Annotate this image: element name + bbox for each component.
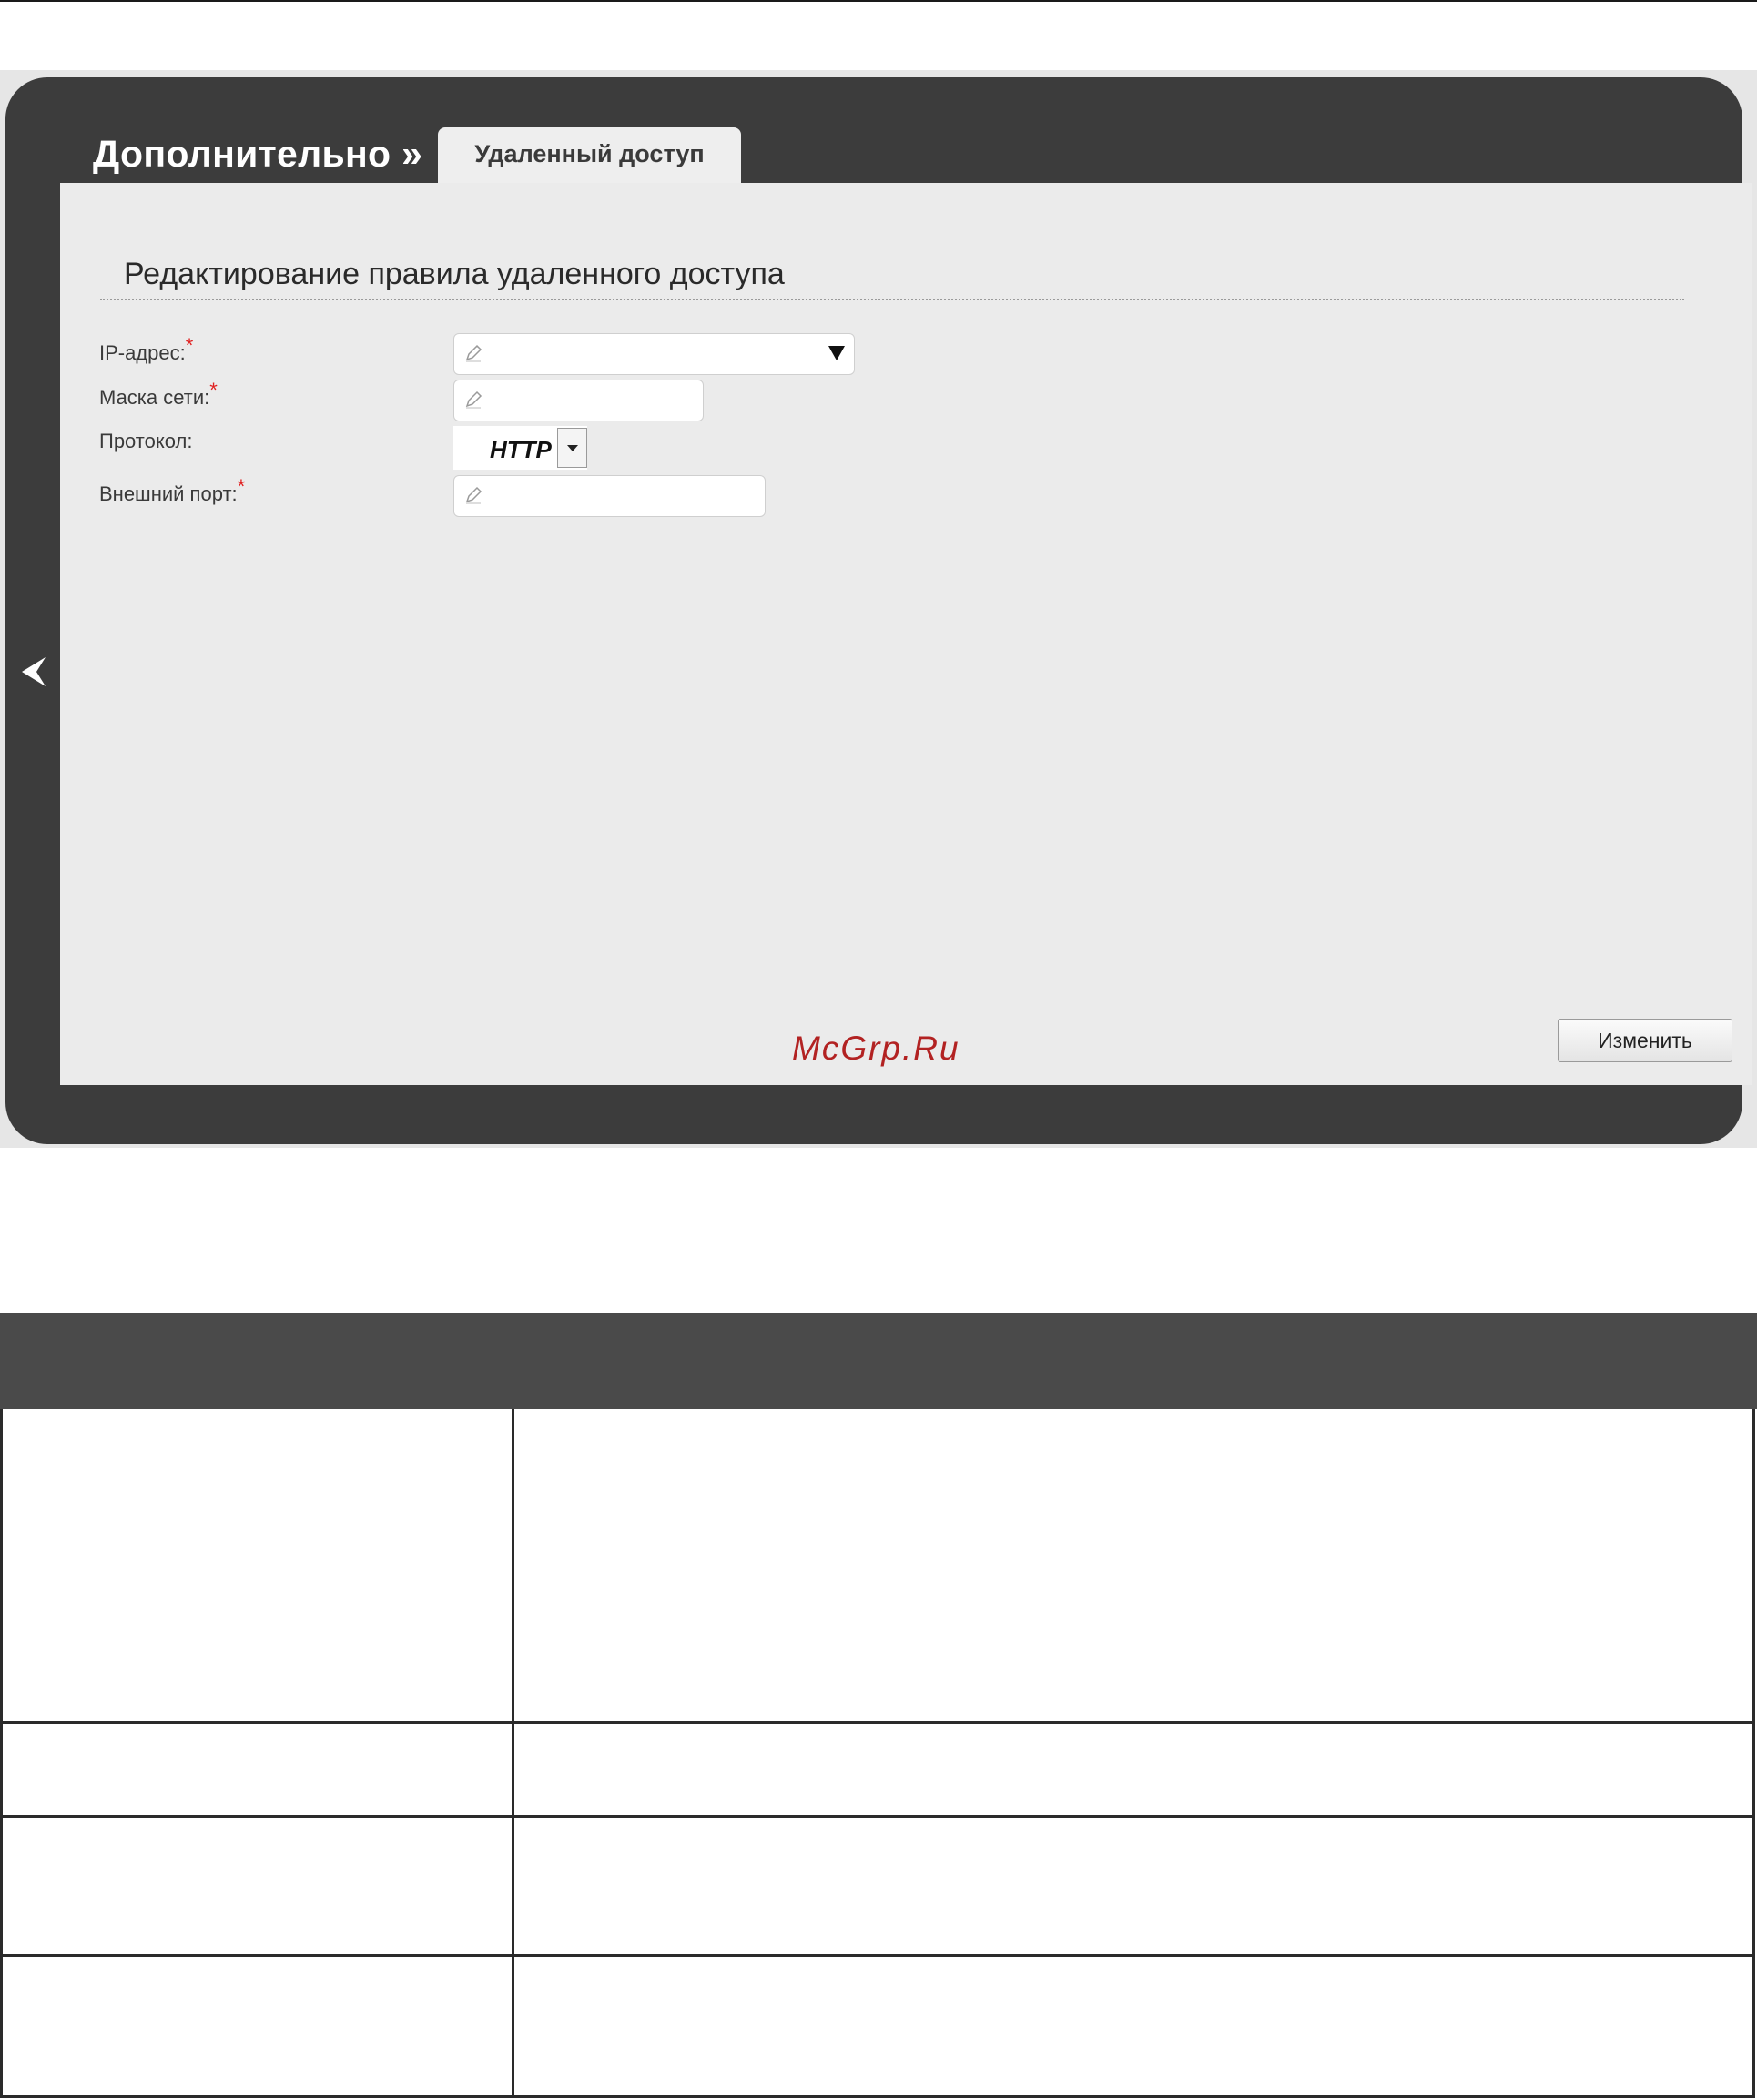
table-row [0,1818,1755,1957]
netmask-input[interactable] [453,380,704,421]
pencil-icon [465,391,482,409]
table-cell-description [514,1409,1755,1721]
chevron-left-icon[interactable] [18,654,49,690]
table-header [0,1313,1757,1409]
pencil-icon [465,486,482,504]
content-panel [60,183,1752,1085]
table-row [0,1409,1755,1724]
pencil-icon [465,344,482,362]
table-cell-parameter [0,1724,514,1815]
page-title: Редактирование правила удаленного доступ… [124,257,785,291]
table-row [0,1957,1755,2098]
table-cell-description [514,1957,1755,2095]
chevron-down-icon[interactable] [557,428,587,468]
table-cell-parameter [0,1409,514,1721]
protocol-label: Протокол: [99,430,193,452]
triangle-down-icon[interactable] [828,346,845,360]
table-row [0,1724,1755,1818]
watermark: McGrp.Ru [792,1030,960,1067]
top-rule [0,0,1757,2]
external-port-input[interactable] [453,475,766,517]
external-port-label: Внешний порт:* [99,475,246,505]
required-mark: * [185,334,194,357]
change-button[interactable]: Изменить [1558,1019,1732,1062]
required-mark: * [237,475,246,498]
table-cell-description [514,1818,1755,1954]
protocol-selected-value: HTTP [490,436,552,463]
section-divider [100,299,1684,300]
breadcrumb[interactable]: Дополнительно » [93,133,422,176]
ip-address-label: IP-адрес:* [99,334,194,364]
table-cell-parameter [0,1957,514,2095]
table-cell-description [514,1724,1755,1815]
ip-address-combobox[interactable] [453,333,855,375]
tab-remote-access[interactable]: Удаленный доступ [438,127,741,184]
table-cell-parameter [0,1818,514,1954]
protocol-select[interactable]: HTTP [453,426,587,470]
required-mark: * [209,379,218,401]
netmask-label: Маска сети:* [99,379,218,409]
